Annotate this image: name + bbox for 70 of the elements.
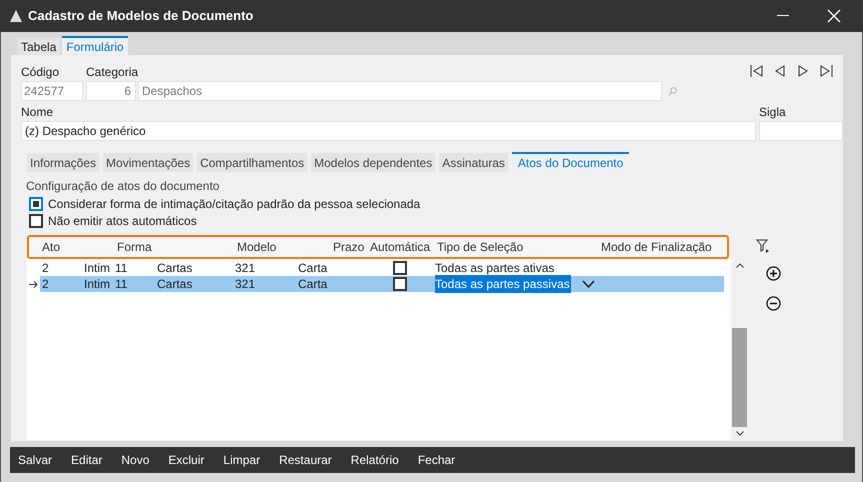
add-icon[interactable] <box>766 266 780 281</box>
table-cell-text: 321 <box>235 260 256 277</box>
table-cell-text: Cartas <box>157 276 194 293</box>
action-button[interactable]: Relatório <box>350 451 399 469</box>
checkbox-label: Não emitir atos automáticos <box>48 212 197 230</box>
logo-icon <box>10 10 22 22</box>
column-header: Tipo de Seleção <box>436 239 524 256</box>
close-icon[interactable] <box>827 9 841 23</box>
checkbox[interactable] <box>392 277 406 291</box>
field-label: Nome <box>21 104 54 121</box>
section-title: Configuração de atos do documento <box>26 178 220 195</box>
tab[interactable]: Formulário <box>62 36 128 55</box>
action-button[interactable]: Novo <box>121 451 150 469</box>
table-cell-text: 11 <box>115 276 128 293</box>
row-pointer-icon <box>29 280 38 288</box>
action-button[interactable]: Editar <box>71 451 102 469</box>
action-button[interactable]: Limpar <box>223 451 260 469</box>
tab[interactable]: Modelos dependentes <box>311 153 436 172</box>
column-header: Automática <box>369 239 432 256</box>
tab[interactable]: Atos do Documento <box>512 152 630 171</box>
table-cell-text: 321 <box>235 276 256 293</box>
column-header: Modelo <box>237 239 278 256</box>
last-record-icon[interactable] <box>819 65 833 77</box>
column-header: Modo de Finalização <box>600 239 713 256</box>
table-cell-text: Carta <box>298 260 328 277</box>
next-icon[interactable] <box>796 65 810 77</box>
table-cell-text: 11 <box>115 260 128 277</box>
column-header: Forma <box>117 239 153 256</box>
tab[interactable]: Tabela <box>17 38 60 55</box>
table-cell-text: Intim <box>84 276 112 293</box>
checkbox[interactable] <box>392 261 406 275</box>
tab[interactable]: Informações <box>27 153 100 172</box>
field-label: Categoria <box>86 64 140 81</box>
window-title: Cadastro de Modelos de Documento <box>28 7 254 26</box>
table-cell-text: Cartas <box>157 260 194 277</box>
field-label: Código <box>21 64 60 81</box>
minimize-icon[interactable] <box>777 15 789 17</box>
first-record-icon[interactable] <box>750 65 764 77</box>
table-cell-text: Carta <box>298 276 328 293</box>
checkbox[interactable] <box>29 214 43 228</box>
table-cell-text: Todas as partes ativas <box>435 260 554 277</box>
table-cell-text: 2 <box>41 276 50 293</box>
category-code-field[interactable]: 6 <box>86 81 136 101</box>
filter-icon[interactable] <box>756 239 770 253</box>
category-field[interactable]: Despachos <box>138 81 662 101</box>
code-field[interactable]: 242577 <box>21 81 83 101</box>
tab[interactable]: Movimentações <box>103 153 194 172</box>
scroll-down-icon[interactable] <box>736 431 744 436</box>
table-cell: Todas as partes passivas <box>435 275 571 293</box>
column-header: Ato <box>42 239 62 256</box>
action-button[interactable]: Salvar <box>18 451 52 469</box>
checkbox[interactable] <box>29 196 43 210</box>
action-button[interactable]: Restaurar <box>279 451 332 469</box>
name-field[interactable]: (z) Despacho genérico <box>21 121 756 141</box>
scroll-up-icon[interactable] <box>736 263 744 268</box>
field-label: Sigla <box>759 104 787 121</box>
scrollbar-thumb[interactable] <box>732 328 747 427</box>
table-cell-text: Intim <box>84 260 112 277</box>
chevron-down-icon[interactable] <box>582 280 595 288</box>
column-header: Prazo <box>333 239 366 256</box>
action-button[interactable]: Fechar <box>418 451 456 469</box>
table-cell-text: 2 <box>41 260 50 277</box>
table-row[interactable]: 2 Intim 11 Cartas 321 Carta Todas as partes passivas <box>40 276 724 292</box>
action-button[interactable]: Excluir <box>168 451 204 469</box>
tab[interactable]: Assinaturas <box>439 153 508 172</box>
remove-icon[interactable] <box>766 296 780 311</box>
tab[interactable]: Compartilhamentos <box>197 153 308 172</box>
previous-icon[interactable] <box>773 65 787 77</box>
abbreviation-field[interactable] <box>759 121 843 141</box>
checkbox-label: Considerar forma de intimação/citação padrão da pessoa selecionada <box>48 196 420 212</box>
